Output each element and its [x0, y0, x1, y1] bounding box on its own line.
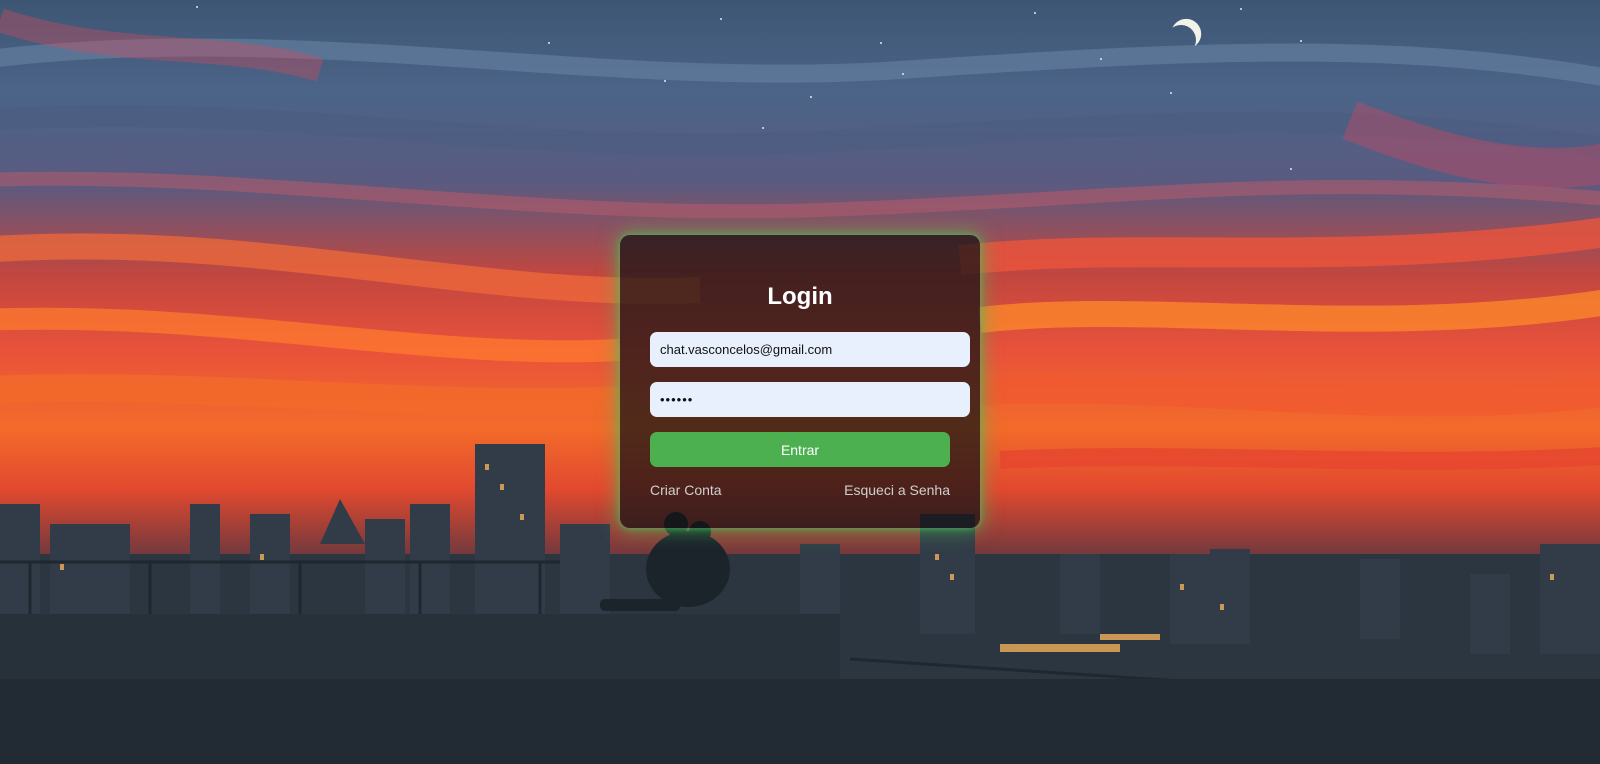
forgot-password-link[interactable]: Esqueci a Senha — [844, 482, 950, 498]
submit-button[interactable]: Entrar — [650, 432, 950, 467]
password-field[interactable] — [650, 382, 970, 417]
create-account-link[interactable]: Criar Conta — [650, 482, 722, 498]
login-title: Login — [767, 283, 833, 310]
login-card: Login Entrar Criar Conta Esqueci a Senha — [620, 235, 980, 528]
email-field[interactable] — [650, 332, 970, 367]
